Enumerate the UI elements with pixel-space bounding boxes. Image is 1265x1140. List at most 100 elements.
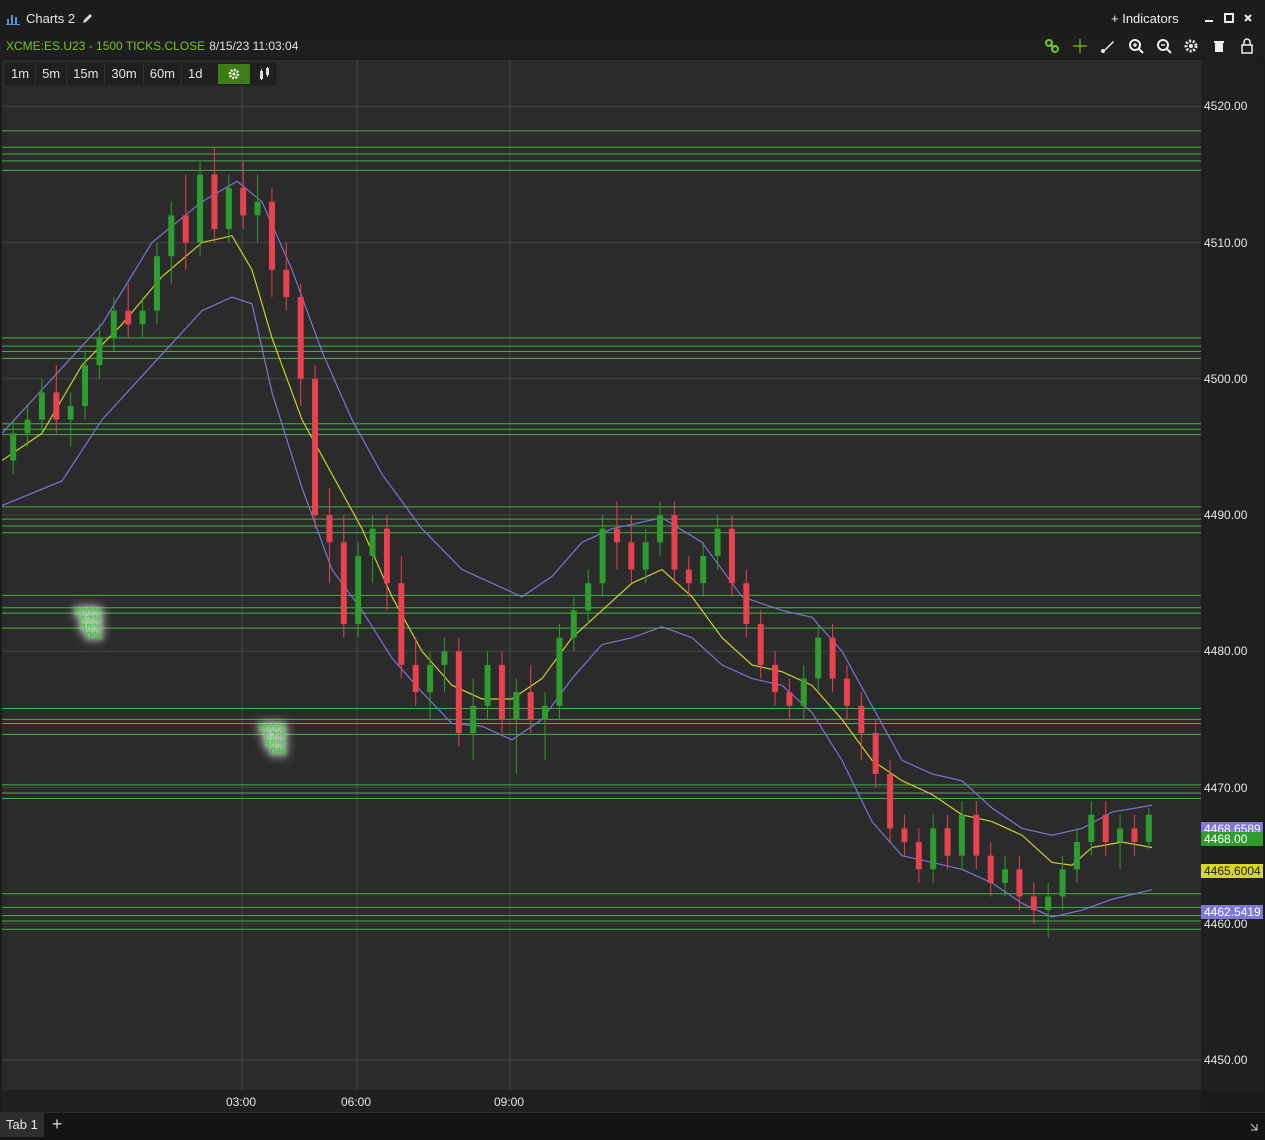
candle-body (815, 637, 822, 679)
candle-body (1016, 869, 1023, 897)
candle-body (427, 664, 434, 693)
y-tick-label: 4520.00 (1204, 99, 1248, 114)
lower-band-line (2, 296, 1153, 918)
candle-body (700, 555, 707, 584)
candle-body (671, 515, 678, 570)
window-title: Charts 2 (26, 11, 76, 26)
candle-body (110, 310, 117, 338)
candle-body (96, 337, 103, 366)
ma-price-tag: 4465.6004 (1201, 864, 1263, 878)
candle-body (1117, 828, 1124, 843)
price-chart[interactable] (2, 60, 1201, 1090)
candle-body (1030, 896, 1037, 911)
trash-icon[interactable] (1211, 38, 1227, 54)
moving-average-line (2, 235, 1153, 866)
timeframe-settings-button[interactable] (218, 64, 251, 84)
candle-body (872, 733, 879, 774)
zoom-out-icon[interactable] (1156, 38, 1172, 54)
candle-body (1059, 869, 1066, 897)
y-tick-label: 4480.00 (1204, 644, 1248, 659)
upper-band-line (2, 180, 1153, 836)
candle-body (125, 310, 132, 325)
y-tick-label: 4450.00 (1204, 1053, 1248, 1068)
indicators-button[interactable]: + Indicators (1111, 11, 1179, 26)
candle-body (153, 256, 160, 311)
candle-body (470, 705, 477, 734)
add-tab-button[interactable]: + (46, 1113, 68, 1137)
price-axis[interactable]: 4450.00 4460.00 4470.00 4480.00 4490.00 4500.… (1201, 60, 1263, 1090)
chart-type-button[interactable] (254, 63, 276, 85)
candle-body (297, 297, 304, 379)
timeframe-1m[interactable]: 1m (5, 63, 37, 85)
candle-body (24, 419, 31, 434)
resize-handle-icon[interactable] (1249, 1121, 1259, 1135)
fib-label: 0% (270, 746, 287, 758)
x-tick-label: 09:00 (494, 1095, 525, 1109)
candle-body (1088, 814, 1095, 843)
timeframe-60m[interactable]: 60m (144, 63, 183, 85)
candle-body (1002, 869, 1009, 883)
x-tick-label: 03:00 (226, 1095, 257, 1109)
chart-plot-area[interactable]: 100% 62% 38% 0% 100% 62% 38% 0% (2, 60, 1201, 1090)
candle-body (168, 215, 175, 257)
candle-body (1131, 828, 1138, 843)
y-tick-label: 4470.00 (1204, 780, 1248, 795)
candle-body (556, 637, 563, 706)
candle-body (82, 365, 89, 407)
candle-body (211, 174, 218, 229)
candle-body (901, 828, 908, 843)
candle-body (441, 651, 448, 665)
candle-body (858, 705, 865, 734)
candle-body (10, 433, 17, 461)
candle-body (67, 406, 74, 420)
link-icon[interactable] (1044, 38, 1060, 54)
minimize-icon[interactable] (1204, 12, 1214, 26)
lock-icon[interactable] (1239, 38, 1255, 54)
candle-body (1145, 814, 1152, 843)
timeframe-1d[interactable]: 1d (182, 63, 208, 85)
symbol-name: XCME:ES.U23 - 1500 TICKS.CLOSE (6, 39, 206, 53)
candle-body (240, 188, 247, 216)
candle-body (340, 542, 347, 625)
lower-band-price-tag: 4462.5419 (1201, 905, 1263, 919)
candle-body (383, 528, 390, 584)
candle-body (613, 528, 620, 543)
candle-body (197, 174, 204, 243)
last-update-timestamp: 8/15/23 11:03:04 (209, 39, 299, 53)
candle-body (254, 201, 261, 216)
candle-body (225, 188, 232, 229)
brush-icon[interactable] (1100, 38, 1116, 54)
edit-pencil-icon[interactable] (82, 12, 94, 27)
candle-body (973, 814, 980, 856)
time-axis[interactable]: 03:00 06:00 09:00 (2, 1090, 1201, 1112)
candle-body (139, 310, 146, 325)
symbol-label: XCME:ES.U23 - 1500 TICKS.CLOSE 8/15/23 11… (6, 39, 298, 53)
chart-type-icon (260, 67, 270, 80)
candle-body (1045, 896, 1052, 911)
tab-1[interactable]: Tab 1 (0, 1113, 44, 1137)
candle-body (786, 692, 793, 706)
settings-gear-icon[interactable] (1183, 38, 1199, 54)
candle-body (585, 583, 592, 611)
zoom-in-icon[interactable] (1128, 38, 1144, 54)
candle-body (53, 392, 60, 420)
maximize-icon[interactable] (1224, 12, 1234, 26)
candle-body (412, 664, 419, 693)
candle-body (1102, 814, 1109, 843)
candle-body (455, 651, 462, 734)
timeframe-30m[interactable]: 30m (105, 63, 144, 85)
candle-body (326, 515, 333, 543)
symbol-info-bar: XCME:ES.U23 - 1500 TICKS.CLOSE 8/15/23 11… (0, 34, 1265, 58)
candle-body (527, 692, 534, 720)
timeframe-5m[interactable]: 5m (36, 63, 68, 85)
candle-body (484, 664, 491, 706)
candle-body (599, 528, 606, 584)
chart-app-icon (6, 11, 20, 28)
crosshair-icon[interactable] (1072, 38, 1088, 54)
fib-label: 0% (86, 630, 103, 642)
candle-body (628, 542, 635, 570)
gear-icon (229, 68, 240, 80)
timeframe-15m[interactable]: 15m (67, 63, 106, 85)
close-icon[interactable] (1243, 12, 1253, 26)
candle-body (570, 610, 577, 638)
